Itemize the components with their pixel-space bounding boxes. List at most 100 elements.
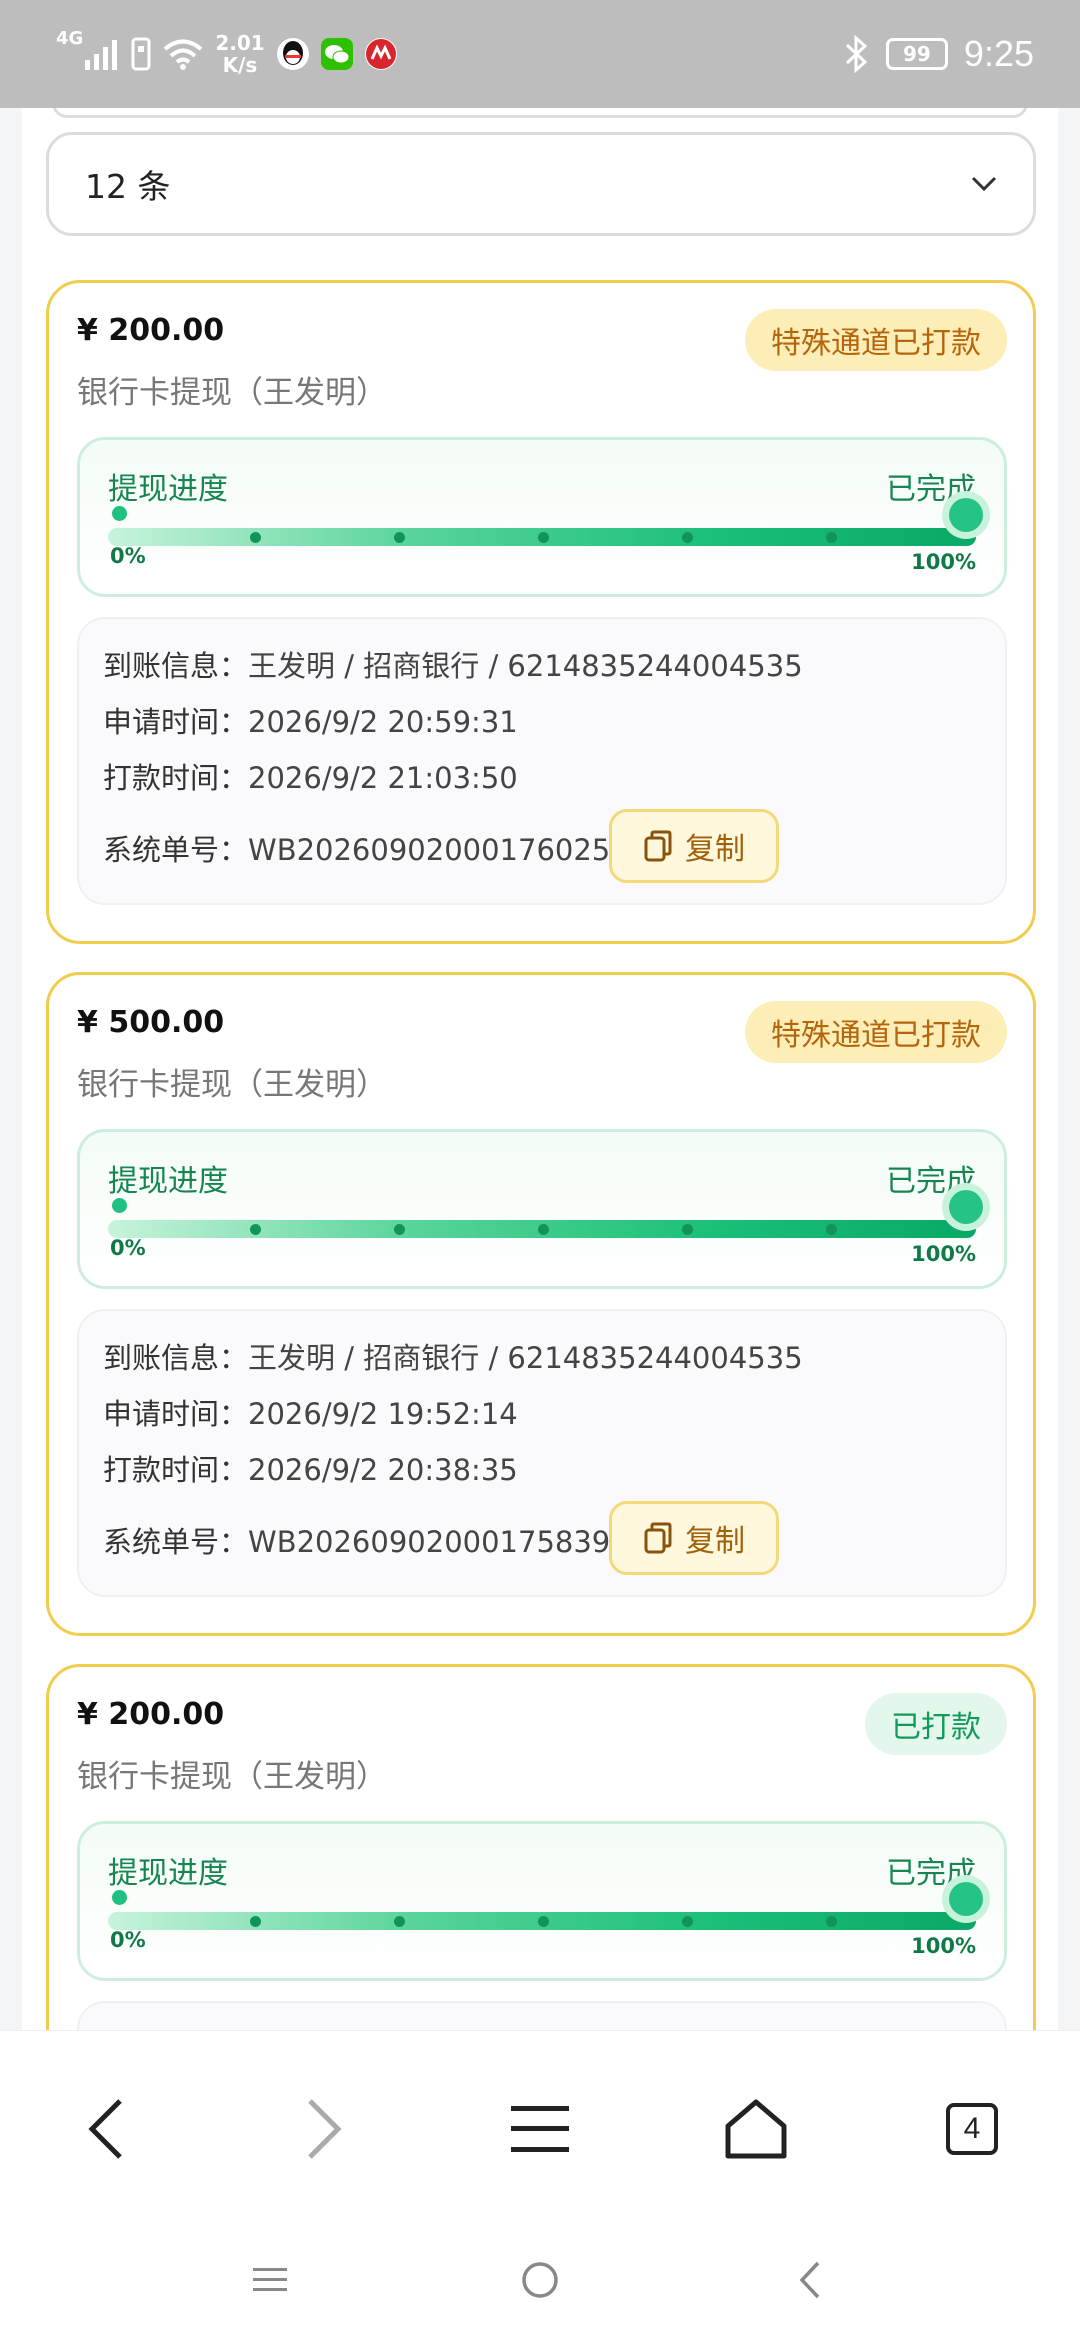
count-select-value: 12 条 — [85, 167, 171, 206]
withdrawal-amount: ¥ 500.00 — [77, 1005, 225, 1040]
progress-tick — [538, 1224, 549, 1235]
signal-icon — [85, 40, 118, 70]
progress-start-dot — [112, 1890, 127, 1905]
progress-tick — [826, 1224, 837, 1235]
progress-end-label: 100% — [911, 1934, 976, 1958]
withdrawal-title: 银行卡提现（王发明） — [77, 1067, 387, 1103]
apply-time-label: 申请时间： — [103, 705, 249, 739]
order-number: WB20260902000176025 — [248, 833, 611, 867]
copy-button[interactable]: 复制 — [609, 809, 779, 883]
system-home-button[interactable] — [510, 2250, 570, 2310]
status-bar: 4G 2.01 K/s 99 9:25 — [0, 0, 1080, 108]
pay-time-row: 打款时间：2026/9/2 21:03:50 — [103, 755, 518, 797]
battery-level: 99 — [903, 42, 931, 66]
progress-tick — [538, 1916, 549, 1927]
progress-tick — [826, 532, 837, 543]
browser-toolbar: 4 — [0, 2030, 1080, 2221]
account-label: 到账信息： — [103, 1341, 249, 1375]
account-row: 到账信息：王发明 / 招商银行 / 6214835244004535 — [103, 643, 803, 685]
network-speed: 2.01 K/s — [215, 32, 264, 76]
progress-tick — [682, 532, 693, 543]
wifi-icon — [164, 39, 203, 70]
bluetooth-icon — [845, 35, 868, 73]
forward-button[interactable] — [276, 2081, 372, 2177]
system-back-icon — [799, 2261, 820, 2299]
copy-icon — [644, 830, 672, 862]
apply-time-label: 申请时间： — [103, 1397, 249, 1431]
order-label: 系统单号： — [103, 1525, 249, 1559]
menu-icon — [511, 2106, 569, 2152]
pay-time-value: 2026/9/2 21:03:50 — [248, 761, 518, 795]
withdrawal-title: 银行卡提现（王发明） — [77, 1759, 387, 1795]
status-left: 4G 2.01 K/s — [56, 28, 397, 80]
progress-tick — [250, 1916, 261, 1927]
count-select[interactable]: 12 条 — [46, 132, 1036, 236]
progress-panel: 提现进度 已完成 0% 100% — [77, 1821, 1007, 1981]
page-content: 12 条 ¥ 200.00 银行卡提现（王发明） 特殊通道已打款 提现进度 已完… — [22, 108, 1058, 2030]
order-number: WB20260902000175839 — [248, 1525, 611, 1559]
back-button[interactable] — [58, 2081, 154, 2177]
account-label: 到账信息： — [103, 649, 249, 683]
progress-start-label: 0% — [110, 1928, 146, 1952]
menu-button[interactable] — [492, 2081, 588, 2177]
home-icon — [725, 2099, 787, 2159]
withdrawal-info: 到账信息：王发明 / 招商银行 / 6214835244004535 申请时间：… — [77, 617, 1007, 905]
circle-home-icon — [522, 2262, 558, 2298]
account-row: 到账信息：王发明 / 招商银行 / 6214835244004535 — [103, 1335, 803, 1377]
withdrawal-card: ¥ 500.00 银行卡提现（王发明） 特殊通道已打款 提现进度 已完成 0% … — [46, 972, 1036, 1636]
progress-start-dot — [112, 506, 127, 521]
order-row: 系统单号：WB20260902000176025 — [103, 827, 610, 869]
forward-arrow-icon — [308, 2099, 342, 2159]
progress-tick — [394, 1224, 405, 1235]
apply-time-value: 2026/9/2 20:59:31 — [248, 705, 518, 739]
withdrawal-info: 到账信息：王发明 / 招商银行 / 6214835244004535 申请时间：… — [77, 1309, 1007, 1597]
recent-apps-icon — [253, 2268, 287, 2291]
home-button[interactable] — [708, 2081, 804, 2177]
progress-tick — [538, 532, 549, 543]
account-value: 王发明 / 招商银行 / 6214835244004535 — [248, 649, 803, 683]
apply-time-value: 2026/9/2 19:52:14 — [248, 1397, 518, 1431]
system-back-button[interactable] — [780, 2250, 840, 2310]
withdrawal-title: 银行卡提现（王发明） — [77, 375, 387, 411]
search-field-edge — [52, 108, 1028, 118]
withdrawal-card: ¥ 200.00 银行卡提现（王发明） 特殊通道已打款 提现进度 已完成 0% … — [46, 280, 1036, 944]
speed-unit: K/s — [222, 53, 258, 77]
progress-panel: 提现进度 已完成 0% 100% — [77, 437, 1007, 597]
battery-icon: 99 — [885, 38, 948, 70]
progress-label: 提现进度 — [108, 472, 228, 507]
copy-label: 复制 — [685, 1524, 745, 1559]
tab-count: 4 — [963, 2112, 981, 2145]
tabs-button[interactable]: 4 — [924, 2081, 1020, 2177]
pay-time-label: 打款时间： — [103, 1453, 249, 1487]
progress-end-label: 100% — [911, 550, 976, 574]
system-navigation-bar — [0, 2220, 1080, 2340]
progress-label: 提现进度 — [108, 1856, 228, 1891]
order-label: 系统单号： — [103, 833, 249, 867]
status-badge: 特殊通道已打款 — [745, 1001, 1007, 1063]
withdrawal-amount: ¥ 200.00 — [77, 1697, 225, 1732]
copy-icon — [644, 1522, 672, 1554]
status-right: 99 9:25 — [844, 28, 1034, 80]
order-row: 系统单号：WB20260902000175839 — [103, 1519, 610, 1561]
progress-panel: 提现进度 已完成 0% 100% — [77, 1129, 1007, 1289]
progress-tick — [250, 1224, 261, 1235]
progress-tick — [826, 1916, 837, 1927]
progress-tick — [394, 532, 405, 543]
sim-icon — [131, 37, 151, 71]
progress-end-dot — [949, 498, 983, 532]
progress-tick — [250, 532, 261, 543]
speed-value: 2.01 — [215, 31, 265, 55]
progress-start-label: 0% — [110, 544, 146, 568]
pay-time-value: 2026/9/2 20:38:35 — [248, 1453, 518, 1487]
progress-end-dot — [949, 1190, 983, 1224]
withdrawal-card: ¥ 200.00 银行卡提现（王发明） 已打款 提现进度 已完成 0% 100% — [46, 1664, 1036, 2030]
progress-start-dot — [112, 1198, 127, 1213]
network-type: 4G — [56, 28, 84, 49]
back-arrow-icon — [88, 2099, 122, 2159]
recent-apps-button[interactable] — [240, 2250, 300, 2310]
progress-label: 提现进度 — [108, 1164, 228, 1199]
progress-tick — [682, 1916, 693, 1927]
apply-time-row: 申请时间：2026/9/2 19:52:14 — [103, 1391, 518, 1433]
wechat-icon — [320, 38, 353, 70]
copy-button[interactable]: 复制 — [609, 1501, 779, 1575]
